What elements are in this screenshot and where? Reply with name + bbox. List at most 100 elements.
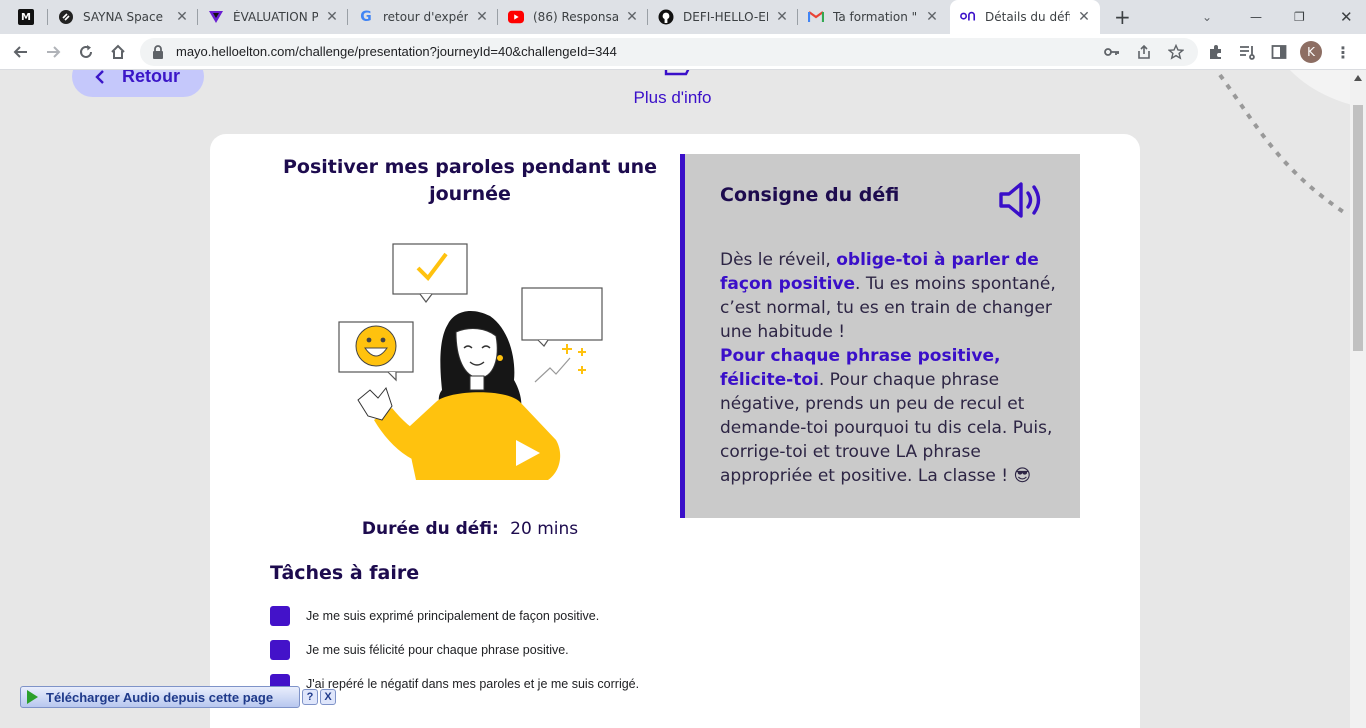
side-panel-button[interactable] <box>1266 39 1292 65</box>
tab-title: ÉVALUATION Ph <box>233 10 318 24</box>
github-icon <box>658 9 674 25</box>
home-button[interactable] <box>105 39 131 65</box>
tab-gmail[interactable]: Ta formation " S ✕ <box>798 0 948 34</box>
tab-github[interactable]: DEFI-HELLO-ELT ✕ <box>648 0 798 34</box>
key-icon[interactable] <box>1104 45 1120 59</box>
media-button[interactable] <box>1234 39 1260 65</box>
audio-download-extension-bar: Télécharger Audio depuis cette page ? X <box>20 685 336 709</box>
address-bar[interactable]: mayo.helloelton.com/challenge/presentati… <box>140 38 1198 66</box>
close-icon[interactable]: ✕ <box>174 9 190 25</box>
task-item[interactable]: Je me suis félicité pour chaque phrase p… <box>270 640 569 660</box>
reload-icon <box>80 45 92 58</box>
instruction-text: Dès le réveil, oblige-toi à parler de fa… <box>720 248 1060 488</box>
duration-row: Durée du défi: 20 mins <box>270 519 670 539</box>
back-button-label: Retour <box>122 70 180 86</box>
lock-icon <box>153 45 163 59</box>
tab-title: SAYNA Space <box>83 10 164 24</box>
page-content: Retour Plus d'info Positiver mes paroles… <box>0 70 1350 728</box>
gmail-icon <box>808 9 824 25</box>
task-label: J'ai repéré le négatif dans mes paroles … <box>306 677 640 691</box>
task-checkbox[interactable] <box>270 606 290 626</box>
star-icon[interactable] <box>1168 44 1184 60</box>
close-icon[interactable]: ✕ <box>474 9 490 25</box>
instruction-p1-prefix: Dès le réveil, <box>720 250 837 270</box>
extensions-button[interactable] <box>1203 39 1229 65</box>
duration-label: Durée du défi: <box>361 519 499 539</box>
restore-button[interactable]: ❐ <box>1284 0 1314 34</box>
back-nav-button[interactable] <box>8 39 34 65</box>
tab-title: Ta formation " S <box>833 10 918 24</box>
play-icon <box>27 690 38 704</box>
close-icon[interactable]: ✕ <box>624 9 640 25</box>
forward-nav-button[interactable] <box>40 39 66 65</box>
decorative-dotted-curve <box>1218 73 1350 217</box>
tab-youtube[interactable]: (86) Responsabi ✕ <box>498 0 648 34</box>
tab-medium[interactable]: M <box>8 0 48 34</box>
close-window-button[interactable]: ✕ <box>1330 0 1360 34</box>
minimize-button[interactable]: — <box>1240 0 1270 34</box>
instruction-panel: Consigne du défi Dès le réveil, oblige-t… <box>680 154 1080 518</box>
avatar: K <box>1300 41 1322 63</box>
speaker-icon[interactable] <box>997 180 1045 220</box>
task-checkbox[interactable] <box>270 640 290 660</box>
minimize-icon: — <box>1250 10 1262 24</box>
reload-button[interactable] <box>73 39 99 65</box>
google-icon: G <box>360 9 372 25</box>
new-tab-button[interactable]: + <box>1104 0 1134 34</box>
close-extension-button[interactable]: X <box>320 689 336 705</box>
chevron-down-icon: ⌄ <box>1202 10 1213 24</box>
instruction-title: Consigne du défi <box>720 184 900 206</box>
kebab-menu-icon: ⋮ <box>1335 42 1351 62</box>
restore-icon: ❐ <box>1294 10 1305 24</box>
close-icon[interactable]: ✕ <box>774 9 790 25</box>
youtube-icon <box>508 9 524 25</box>
tasks-title: Tâches à faire <box>270 562 420 584</box>
vertical-scrollbar[interactable] <box>1350 70 1366 728</box>
arrow-left-icon <box>13 46 27 58</box>
menu-button[interactable]: ⋮ <box>1330 39 1356 65</box>
back-button[interactable]: Retour <box>72 70 204 97</box>
challenge-illustration <box>338 243 603 480</box>
close-icon[interactable]: ✕ <box>324 9 340 25</box>
challenge-title: Positiver mes paroles pendant une journé… <box>282 156 658 205</box>
close-icon[interactable]: ✕ <box>1076 9 1092 25</box>
download-audio-button[interactable]: Télécharger Audio depuis cette page <box>20 686 300 708</box>
tab-sayna[interactable]: SAYNA Space ✕ <box>48 0 198 34</box>
share-icon[interactable] <box>1136 44 1152 60</box>
close-icon[interactable]: ✕ <box>924 9 940 25</box>
evaluation-icon <box>208 9 224 25</box>
chevron-left-icon <box>95 70 104 84</box>
tab-title: Détails du défi | <box>985 10 1070 24</box>
scroll-up-arrow-icon[interactable] <box>1354 75 1362 81</box>
challenge-card: Positiver mes paroles pendant une journé… <box>210 134 1140 728</box>
browser-tab-bar: M SAYNA Space ✕ ÉVALUATION Ph ✕ G retour… <box>0 0 1366 34</box>
home-icon <box>111 44 125 59</box>
tab-search-button[interactable]: ⌄ <box>1192 0 1222 34</box>
sunglasses-emoji-icon: 😎 <box>1013 466 1032 486</box>
duration-value: 20 mins <box>510 519 579 539</box>
profile-button[interactable]: K <box>1298 39 1324 65</box>
task-item[interactable]: Je me suis exprimé principalement de faç… <box>270 606 599 626</box>
puzzle-icon <box>1210 45 1221 59</box>
browser-toolbar: mayo.helloelton.com/challenge/presentati… <box>0 34 1366 70</box>
playlist-icon <box>1240 46 1255 60</box>
download-audio-label: Télécharger Audio depuis cette page <box>46 689 274 705</box>
tab-title: (86) Responsabi <box>533 10 618 24</box>
task-label: Je me suis exprimé principalement de faç… <box>306 609 600 623</box>
plus-icon: + <box>1114 5 1131 29</box>
tab-google[interactable]: G retour d'expérie ✕ <box>348 0 498 34</box>
edit-icon[interactable] <box>660 70 694 84</box>
tab-active-defi[interactable]: Détails du défi | ✕ <box>950 0 1100 34</box>
side-panel-icon <box>1271 45 1287 59</box>
scrollbar-thumb[interactable] <box>1353 105 1363 351</box>
tab-evaluation[interactable]: ÉVALUATION Ph ✕ <box>198 0 348 34</box>
arrow-right-icon <box>47 46 61 58</box>
close-icon: ✕ <box>1340 8 1353 26</box>
sayna-icon <box>58 9 74 25</box>
helloelton-icon <box>960 9 976 25</box>
tab-title: DEFI-HELLO-ELT <box>683 10 768 24</box>
url-text: mayo.helloelton.com/challenge/presentati… <box>176 44 617 59</box>
help-button[interactable]: ? <box>302 689 318 705</box>
medium-icon: M <box>18 9 34 25</box>
more-info-link[interactable]: Plus d'info <box>600 88 745 108</box>
